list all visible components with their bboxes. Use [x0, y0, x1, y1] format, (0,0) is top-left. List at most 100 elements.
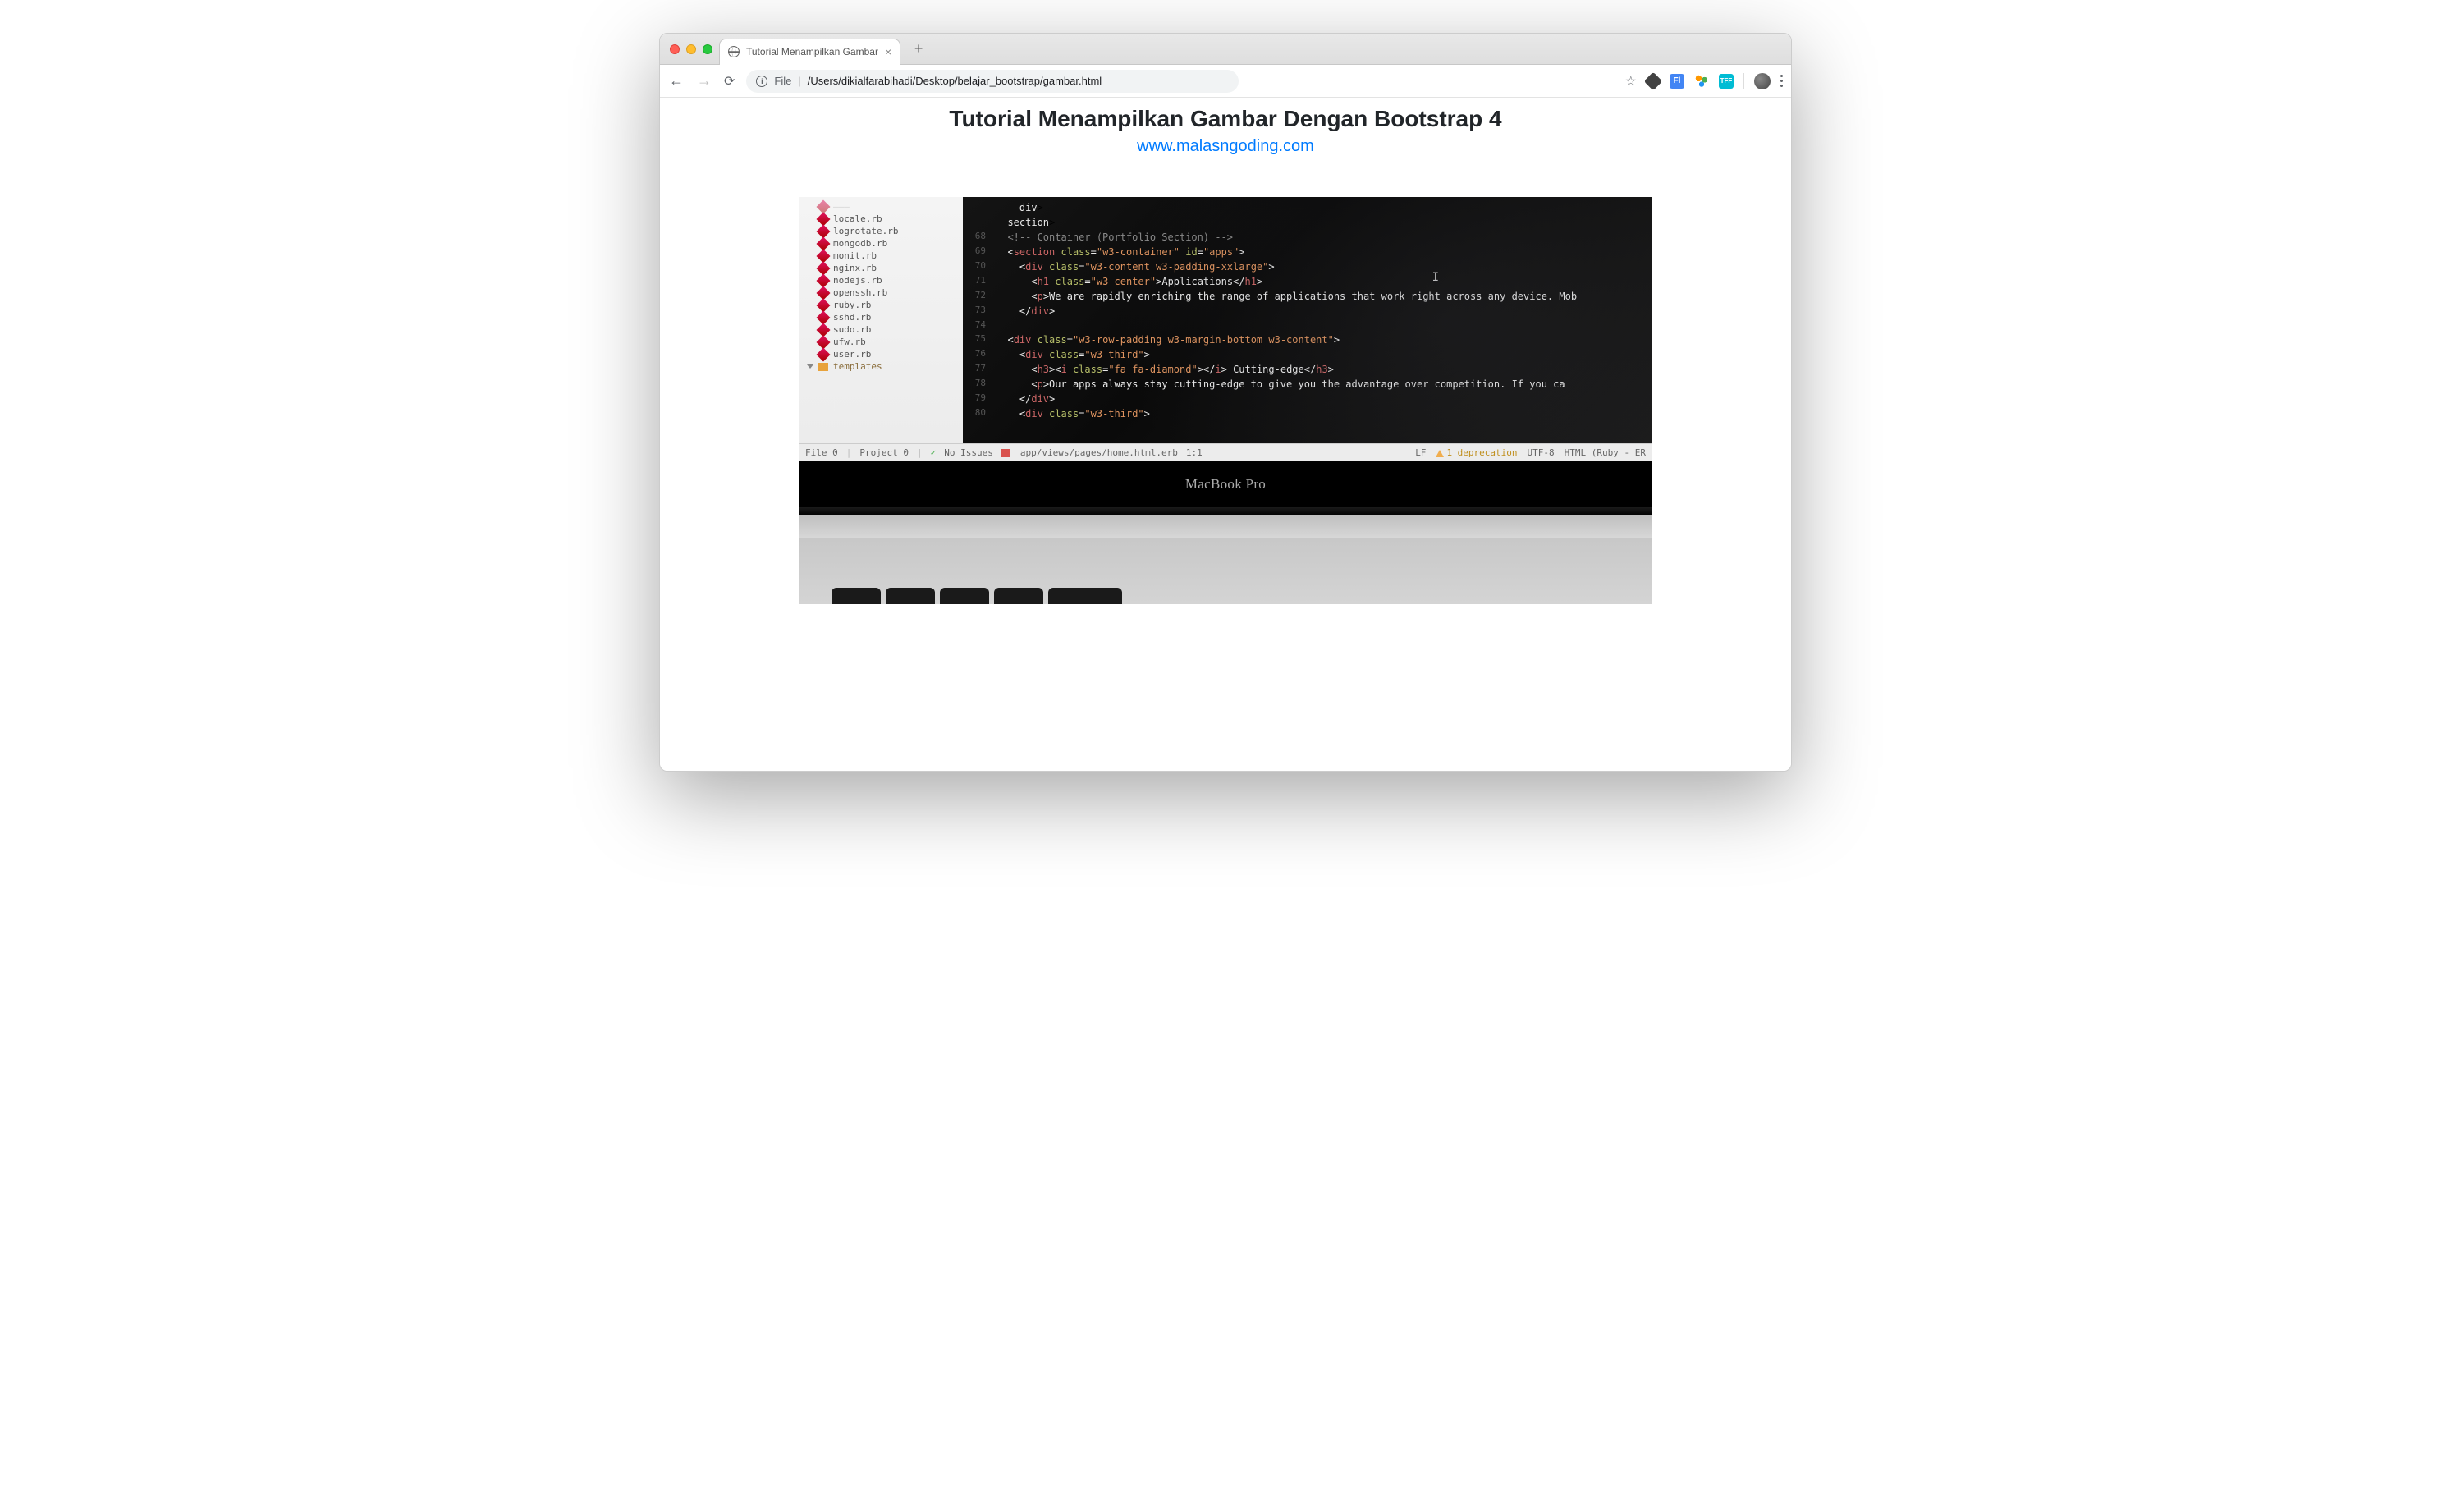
forward-button[interactable]: → — [696, 72, 712, 89]
photo-laptop: ——— locale.rblogrotate.rbmongodb.rbmonit… — [799, 197, 1652, 604]
ruby-icon — [817, 335, 831, 349]
tree-file: logrotate.rb — [799, 225, 963, 237]
page-content: Tutorial Menampilkan Gambar Dengan Boots… — [660, 98, 1791, 771]
status-pos: 1:1 — [1186, 447, 1203, 458]
ruby-icon — [817, 261, 831, 275]
window-controls — [670, 44, 712, 54]
ruby-icon — [817, 298, 831, 312]
status-deprecation: 1 deprecation — [1436, 447, 1517, 458]
file-label: openssh.rb — [833, 287, 887, 298]
site-info-icon[interactable]: i — [756, 76, 767, 87]
code-line: 69 <section class="w3-container" id="app… — [963, 245, 1652, 259]
close-window-button[interactable] — [670, 44, 680, 54]
laptop-bezel: MacBook Pro — [799, 461, 1652, 507]
code-line: 76 <div class="w3-third"> — [963, 347, 1652, 362]
editor-status-bar: File 0| Project 0| ✓ No Issues app/views… — [799, 443, 1652, 461]
tree-file: openssh.rb — [799, 286, 963, 299]
status-line-ending: LF — [1415, 447, 1426, 458]
square-icon — [1001, 449, 1010, 457]
tree-file: mongodb.rb — [799, 237, 963, 250]
tree-file: nginx.rb — [799, 262, 963, 274]
tab-title: Tutorial Menampilkan Gambar — [746, 46, 878, 57]
new-tab-button[interactable]: + — [907, 38, 930, 61]
ruby-icon — [817, 347, 831, 361]
maximize-window-button[interactable] — [703, 44, 712, 54]
minimize-window-button[interactable] — [686, 44, 696, 54]
back-button[interactable]: ← — [668, 72, 685, 89]
tree-file: ufw.rb — [799, 336, 963, 348]
file-label: sshd.rb — [833, 312, 871, 323]
line-number: 73 — [963, 304, 996, 318]
toolbar-right: ☆ Fl TFF — [1625, 73, 1783, 89]
code-line: 80 <div class="w3-third"> — [963, 406, 1652, 421]
close-tab-button[interactable]: × — [885, 46, 891, 57]
code-line: 71 <h1 class="w3-center">Applications</h… — [963, 274, 1652, 289]
file-label: nodejs.rb — [833, 275, 882, 286]
globe-icon — [728, 46, 740, 57]
ruby-icon — [817, 224, 831, 238]
browser-tab[interactable]: Tutorial Menampilkan Gambar × — [719, 39, 900, 65]
file-label: monit.rb — [833, 250, 877, 261]
line-number: 71 — [963, 274, 996, 289]
status-path: app/views/pages/home.html.erb — [1020, 447, 1178, 458]
url-path: /Users/dikialfarabihadi/Desktop/belajar_… — [808, 75, 1102, 87]
browser-menu-button[interactable] — [1780, 75, 1783, 87]
file-label: logrotate.rb — [833, 226, 898, 236]
line-number: 78 — [963, 377, 996, 392]
tree-file: sshd.rb — [799, 311, 963, 323]
laptop-hinge — [799, 507, 1652, 515]
line-number: 68 — [963, 230, 996, 245]
laptop-keyboard — [799, 538, 1652, 604]
line-number: 75 — [963, 332, 996, 347]
file-label: locale.rb — [833, 213, 882, 224]
bookmark-star-icon[interactable]: ☆ — [1625, 73, 1637, 89]
ruby-icon — [817, 323, 831, 337]
extension-confetti-icon[interactable] — [1694, 74, 1709, 89]
code-line: 72 <p>We are rapidly enriching the range… — [963, 289, 1652, 304]
line-number: 70 — [963, 259, 996, 274]
folder-icon — [818, 363, 828, 371]
chevron-down-icon — [807, 364, 813, 369]
reload-button[interactable]: ⟳ — [724, 73, 735, 89]
status-encoding: UTF-8 — [1528, 447, 1555, 458]
line-number — [963, 215, 996, 230]
status-issues-sq — [1001, 447, 1012, 458]
tree-file: nodejs.rb — [799, 274, 963, 286]
code-line: 70 <div class="w3-content w3-padding-xxl… — [963, 259, 1652, 274]
code-line: 77 <h3><i class="fa fa-diamond"></i> Cut… — [963, 362, 1652, 377]
extension-fl-icon[interactable]: Fl — [1670, 74, 1684, 89]
separator — [1743, 73, 1744, 89]
profile-avatar[interactable] — [1754, 73, 1771, 89]
tree-folder-templates: templates — [799, 360, 963, 373]
content-image: ——— locale.rblogrotate.rbmongodb.rbmonit… — [799, 197, 1652, 604]
code-line: 78 <p>Our apps always stay cutting-edge … — [963, 377, 1652, 392]
site-link[interactable]: www.malasngoding.com — [660, 137, 1791, 156]
url-scheme: File — [774, 75, 791, 87]
check-icon: ✓ — [931, 447, 939, 456]
line-number: 76 — [963, 347, 996, 362]
code-line: 79 </div> — [963, 392, 1652, 406]
address-bar[interactable]: i File | /Users/dikialfarabihadi/Desktop… — [746, 70, 1239, 93]
extension-icon[interactable] — [1644, 71, 1663, 90]
line-number: 79 — [963, 392, 996, 406]
editor-file-tree: ——— locale.rblogrotate.rbmongodb.rbmonit… — [799, 197, 963, 443]
tree-file: locale.rb — [799, 213, 963, 225]
status-lang: HTML (Ruby - ER — [1565, 447, 1646, 458]
page-heading: Tutorial Menampilkan Gambar Dengan Boots… — [660, 106, 1791, 132]
ruby-icon — [817, 286, 831, 300]
titlebar: Tutorial Menampilkan Gambar × + — [660, 34, 1791, 65]
tree-file: monit.rb — [799, 250, 963, 262]
file-label: sudo.rb — [833, 324, 871, 335]
line-number: 72 — [963, 289, 996, 304]
status-project: Project 0 — [859, 447, 909, 458]
line-number: 77 — [963, 362, 996, 377]
ruby-icon — [817, 199, 831, 213]
tree-file: user.rb — [799, 348, 963, 360]
editor-code-area: I div> section>68 <!-- Container (Portfo… — [963, 197, 1652, 443]
extension-tff-icon[interactable]: TFF — [1719, 74, 1734, 89]
file-label: user.rb — [833, 349, 871, 360]
code-line: 75 <div class="w3-row-padding w3-margin-… — [963, 332, 1652, 347]
laptop-brand: MacBook Pro — [1185, 476, 1266, 493]
file-label: ufw.rb — [833, 337, 866, 347]
line-number — [963, 200, 996, 215]
